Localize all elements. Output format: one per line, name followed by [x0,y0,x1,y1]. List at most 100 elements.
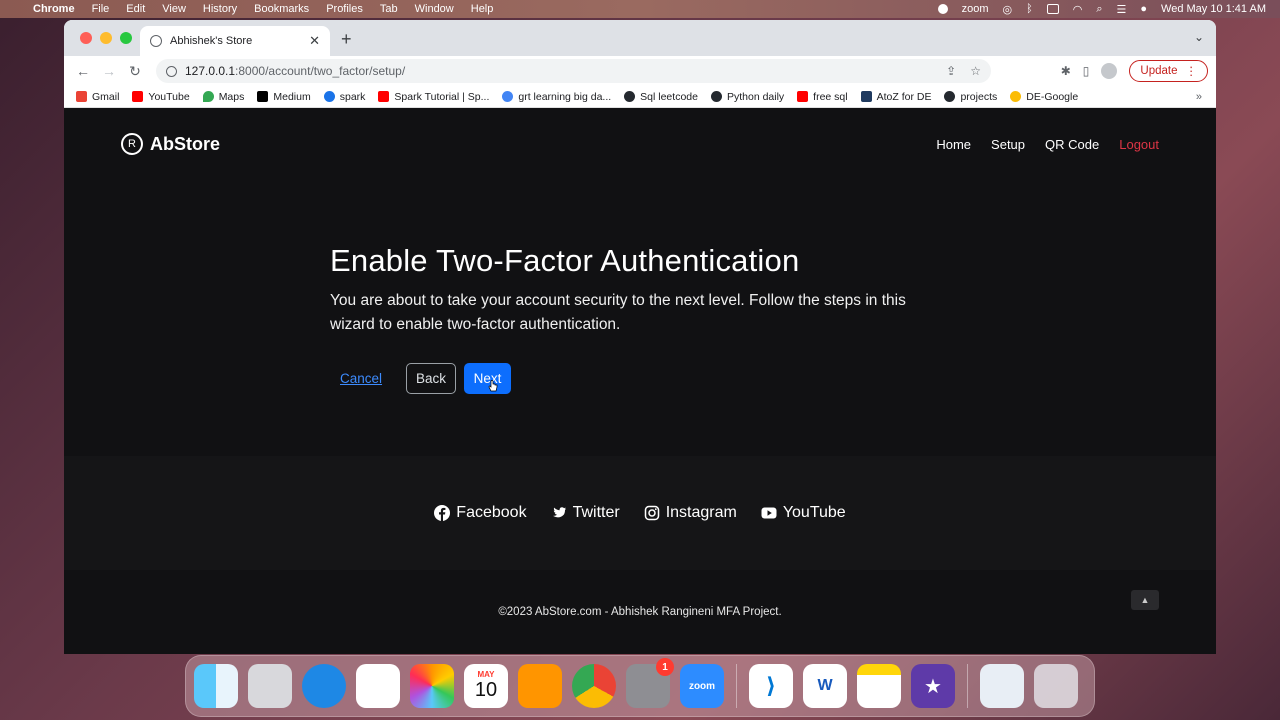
zoom-app-icon[interactable]: zoom [680,664,724,708]
gmail-icon [76,91,87,102]
bookmark-spark-tutorial[interactable]: Spark Tutorial | Sp... [378,91,489,103]
forward-arrow-icon[interactable]: → [98,63,120,79]
globe-icon [150,35,162,47]
bookmark-atoz-de[interactable]: AtoZ for DE [860,90,932,103]
nav-home-link[interactable]: Home [936,137,971,152]
new-tab-button[interactable]: + [341,29,352,50]
side-panel-icon[interactable]: ▯ [1083,64,1090,78]
tab-search-chevron-icon[interactable]: ⌄ [1194,30,1204,44]
bookmark-free-sql[interactable]: free sql [797,91,848,103]
bookmark-spark[interactable]: spark [323,90,366,103]
site-info-icon[interactable] [166,65,177,77]
safari-icon[interactable] [302,664,346,708]
profile-avatar-icon[interactable] [1101,63,1118,79]
youtube-link[interactable]: YouTube [761,504,846,522]
bluetooth-icon[interactable]: ᛒ [1026,3,1033,15]
word-icon[interactable]: W [803,664,847,708]
bookmark-gmail[interactable]: Gmail [76,91,119,103]
browser-toolbar: ← → ↻ 127.0.0.1 :8000/account/two_factor… [64,56,1216,86]
photos-icon[interactable] [410,664,454,708]
menu-view[interactable]: View [162,3,186,15]
twitter-link[interactable]: Twitter [551,504,620,522]
update-button[interactable]: Update ⋮ [1129,60,1208,82]
menu-history[interactable]: History [203,3,237,15]
close-tab-icon[interactable]: ✕ [309,33,320,49]
bookmark-grt-learning[interactable]: grt learning big da... [502,91,611,103]
nav-setup-link[interactable]: Setup [991,137,1025,152]
share-icon[interactable]: ⇪ [946,64,956,78]
update-label: Update [1140,65,1178,77]
scroll-to-top-button[interactable]: ▲ [1131,590,1159,610]
control-center-icon[interactable]: ☰ [1117,3,1127,16]
twitter-bird-icon [552,507,566,518]
finder-icon[interactable] [194,664,238,708]
dock-separator [967,664,968,708]
bookmark-medium[interactable]: Medium [257,91,311,103]
chrome-icon[interactable] [572,664,616,708]
menu-edit[interactable]: Edit [126,3,145,15]
chevron-up-icon: ▲ [1140,595,1150,605]
facebook-link[interactable]: Facebook [434,504,527,522]
bookmark-de-google[interactable]: DE-Google [1010,91,1078,103]
imovie-icon[interactable]: ★ [911,664,955,708]
launchpad-icon[interactable] [248,664,292,708]
bookmark-projects[interactable]: projects [944,91,997,103]
nav-links: Home Setup QR Code Logout [936,137,1159,152]
reload-icon[interactable]: ↻ [124,63,146,80]
wifi-icon[interactable]: ◠ [1073,3,1083,16]
spotlight-search-icon[interactable]: ⌕ [1096,3,1102,16]
pages-icon[interactable] [518,664,562,708]
trash-icon[interactable] [1034,664,1078,708]
siri-icon[interactable]: ● [1140,3,1147,15]
instagram-link[interactable]: Instagram [644,504,737,522]
youtube-label: YouTube [782,504,846,521]
notes-icon[interactable] [857,664,901,708]
minimize-window-button[interactable] [100,32,112,44]
calendar-icon[interactable]: MAY 10 [464,664,508,708]
zoom-status-label[interactable]: zoom [962,3,989,15]
close-window-button[interactable] [80,32,92,44]
address-bar[interactable]: 127.0.0.1 :8000/account/two_factor/setup… [156,59,991,83]
system-settings-icon[interactable]: 1 [626,658,674,708]
bookmark-label: projects [960,90,998,103]
bookmark-label: spark [339,90,366,103]
back-arrow-icon[interactable]: ← [72,63,94,79]
menu-profiles[interactable]: Profiles [326,3,363,15]
facebook-label: Facebook [456,504,527,521]
fullscreen-window-button[interactable] [120,32,132,44]
bookmark-python-daily[interactable]: Python daily [710,91,784,103]
brand[interactable]: R AbStore [121,133,220,155]
active-tab[interactable]: Abhishek's Store ✕ [140,26,330,56]
vscode-icon[interactable]: ⟩ [749,664,793,708]
battery-icon[interactable] [1046,4,1059,14]
menubar-datetime[interactable]: Wed May 10 1:41 AM [1161,3,1266,15]
extensions-puzzle-icon[interactable]: ✱ [1061,64,1071,78]
menu-file[interactable]: File [92,3,110,15]
notification-badge: 1 [656,658,674,676]
back-button[interactable]: Back [406,363,457,394]
word-letter: W [817,677,833,694]
bookmark-maps[interactable]: Maps [202,91,244,103]
creative-cloud-icon[interactable]: ◎ [1003,3,1013,16]
cancel-link[interactable]: Cancel [340,371,382,386]
menu-app-name[interactable]: Chrome [33,3,75,15]
page-content: R AbStore Home Setup QR Code Logout Enab… [64,108,1216,654]
bookmark-star-icon[interactable]: ☆ [970,64,981,78]
recent-document-icon[interactable] [980,664,1024,708]
bookmark-youtube[interactable]: YouTube [132,91,190,103]
menu-tab[interactable]: Tab [380,3,398,15]
bookmarks-overflow-icon[interactable]: » [1196,91,1202,103]
bookmark-label: Spark Tutorial | Sp... [394,90,490,103]
menu-window[interactable]: Window [415,3,454,15]
next-button[interactable]: Next [464,363,512,394]
menu-help[interactable]: Help [471,3,494,15]
nav-qr-code-link[interactable]: QR Code [1045,137,1099,152]
wizard-actions: Cancel Back Next [340,363,930,394]
bookmark-label: AtoZ for DE [876,90,932,103]
record-icon[interactable] [937,4,948,14]
menu-bookmarks[interactable]: Bookmarks [254,3,309,15]
bookmark-sql-leetcode[interactable]: Sql leetcode [624,91,698,103]
reminders-icon[interactable] [356,664,400,708]
nav-logout-link[interactable]: Logout [1119,137,1159,152]
medium-icon [257,91,269,102]
